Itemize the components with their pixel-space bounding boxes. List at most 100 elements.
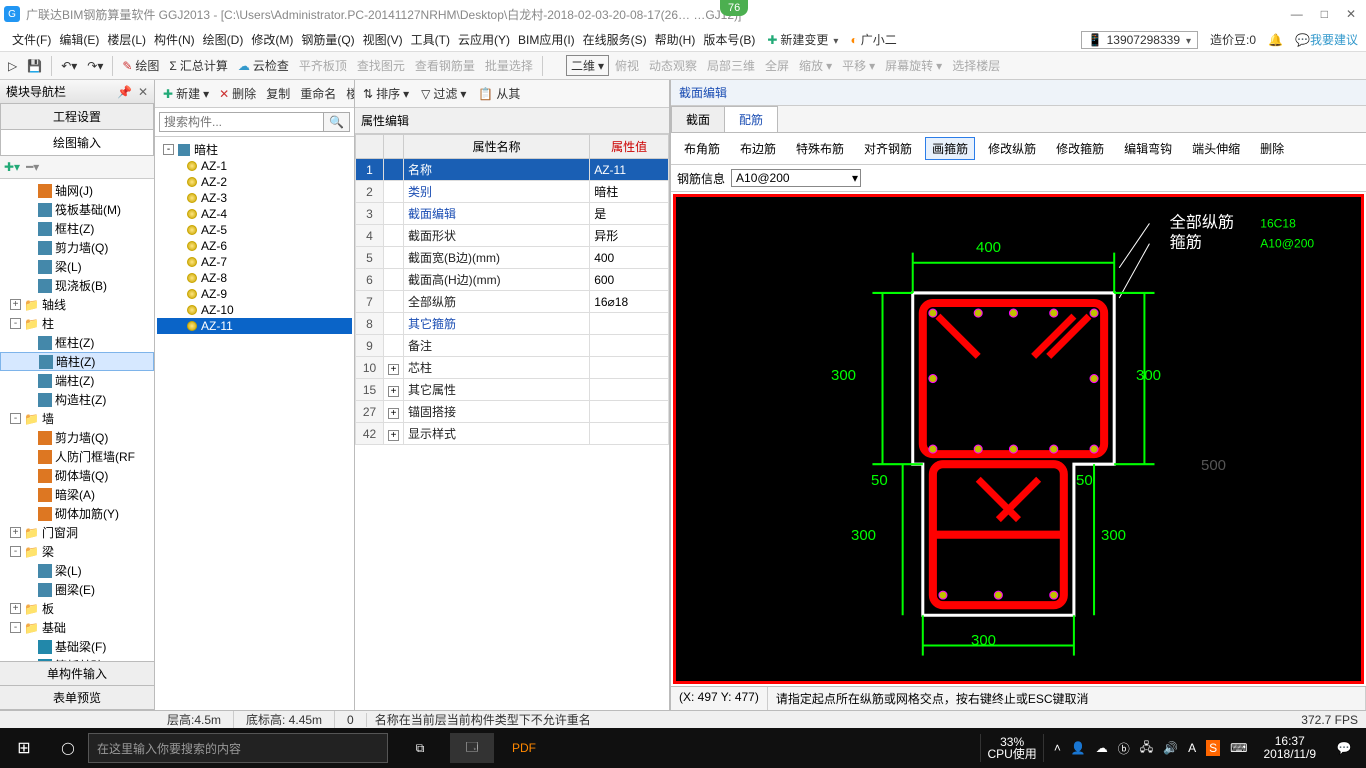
flat-roof-button[interactable]: 平齐板顶 — [295, 55, 351, 76]
tray-bluetooth-icon[interactable]: ⓑ — [1118, 740, 1130, 757]
property-row[interactable]: 6截面高(H边)(mm)600 — [356, 269, 669, 291]
fullscreen-button[interactable]: 全屏 — [761, 55, 793, 76]
property-row[interactable]: 7全部纵筋16⌀18 — [356, 291, 669, 313]
find-drawing-button[interactable]: 查找图元 — [353, 55, 409, 76]
section-tool[interactable]: 画箍筋 — [925, 137, 975, 160]
tree-item[interactable]: 梁(L) — [0, 257, 154, 276]
taskbar-app-1[interactable]: 🗔 — [450, 733, 494, 763]
tree-item[interactable]: 筏板基础(M) — [0, 200, 154, 219]
tree-item[interactable]: -📁墙 — [0, 409, 154, 428]
action-center-icon[interactable]: 💬 — [1322, 741, 1366, 755]
list-item[interactable]: AZ-10 — [157, 302, 352, 318]
new-button[interactable]: ✚新建▾ — [159, 83, 213, 104]
tree-item[interactable]: 砌体加筋(Y) — [0, 504, 154, 523]
list-item[interactable]: AZ-8 — [157, 270, 352, 286]
property-row[interactable]: 2类别暗柱 — [356, 181, 669, 203]
tray-keyboard-icon[interactable]: ⌨ — [1230, 741, 1247, 755]
topview-button[interactable]: 俯视 — [611, 55, 643, 76]
tree-item[interactable]: 暗柱(Z) — [0, 352, 154, 371]
phone-button[interactable]: 📱13907298339 — [1081, 31, 1198, 49]
sort-button[interactable]: ⇅排序▾ — [359, 83, 413, 104]
list-item[interactable]: AZ-6 — [157, 238, 352, 254]
property-row[interactable]: 15+其它属性 — [356, 379, 669, 401]
tree-item[interactable]: -📁基础 — [0, 618, 154, 637]
menu-item[interactable]: 云应用(Y) — [454, 31, 514, 49]
menu-item[interactable]: BIM应用(I) — [514, 31, 579, 49]
from-other-button[interactable]: 📋从其 — [474, 83, 524, 104]
nav-pin-icon[interactable]: 📌 — [117, 85, 132, 99]
property-row[interactable]: 10+芯柱 — [356, 357, 669, 379]
menu-item[interactable]: 修改(M) — [247, 31, 297, 49]
section-tool[interactable]: 编辑弯钩 — [1117, 137, 1179, 160]
property-table[interactable]: 属性名称 属性值 1名称AZ-112类别暗柱3截面编辑是4截面形状异形5截面宽(… — [355, 134, 669, 445]
component-list[interactable]: -暗柱AZ-1AZ-2AZ-3AZ-4AZ-5AZ-6AZ-7AZ-8AZ-9A… — [155, 137, 354, 710]
tree-item[interactable]: 构造柱(Z) — [0, 390, 154, 409]
section-tool[interactable]: 布角筋 — [677, 137, 727, 160]
tree-item[interactable]: 圈梁(E) — [0, 580, 154, 599]
list-item[interactable]: AZ-11 — [157, 318, 352, 334]
rebar-info-combo[interactable]: A10@200▾ — [731, 169, 861, 187]
triangle-icon[interactable]: ▷ — [4, 57, 21, 75]
section-tool[interactable]: 端头伸缩 — [1185, 137, 1247, 160]
tab-single-input[interactable]: 单构件输入 — [0, 662, 154, 686]
start-button[interactable]: ⊞ — [0, 738, 48, 758]
maximize-button[interactable]: □ — [1321, 7, 1328, 21]
tree-item[interactable]: 框柱(Z) — [0, 333, 154, 352]
tab-form-preview[interactable]: 表单预览 — [0, 686, 154, 710]
tray-onedrive-icon[interactable]: ☁ — [1096, 741, 1108, 755]
list-item[interactable]: AZ-4 — [157, 206, 352, 222]
list-item[interactable]: AZ-5 — [157, 222, 352, 238]
section-tool[interactable]: 删除 — [1253, 137, 1291, 160]
dynamic-button[interactable]: 动态观察 — [645, 55, 701, 76]
property-row[interactable]: 1名称AZ-11 — [356, 159, 669, 181]
list-item[interactable]: AZ-1 — [157, 158, 352, 174]
feedback-button[interactable]: 💬我要建议 — [1295, 31, 1358, 48]
property-row[interactable]: 5截面宽(B边)(mm)400 — [356, 247, 669, 269]
tab-draw-input[interactable]: 绘图输入 — [0, 130, 154, 156]
tree-item[interactable]: -📁柱 — [0, 314, 154, 333]
menu-item[interactable]: 钢筋量(Q) — [297, 31, 358, 49]
section-tool[interactable]: 修改箍筋 — [1049, 137, 1111, 160]
list-item[interactable]: AZ-7 — [157, 254, 352, 270]
nav-close-icon[interactable]: ✕ — [138, 85, 148, 99]
taskbar-app-2[interactable]: PDF — [502, 733, 546, 763]
menu-item[interactable]: 绘图(D) — [199, 31, 248, 49]
nav-remove-icon[interactable]: ━▾ — [26, 160, 39, 174]
undo-icon[interactable]: ↶▾ — [57, 57, 81, 75]
list-item[interactable]: AZ-9 — [157, 286, 352, 302]
tree-item[interactable]: 框柱(Z) — [0, 219, 154, 238]
view-rebar-button[interactable]: 查看钢筋量 — [411, 55, 479, 76]
save-icon[interactable]: 💾 — [23, 57, 46, 75]
tray-network-icon[interactable]: 🖧 — [1140, 738, 1153, 759]
filter-button[interactable]: ▽过滤▾ — [417, 83, 470, 104]
menu-item[interactable]: 帮助(H) — [651, 31, 700, 49]
section-tool[interactable]: 对齐钢筋 — [857, 137, 919, 160]
batch-select-button[interactable]: 批量选择 — [481, 55, 537, 76]
tree-item[interactable]: 暗梁(A) — [0, 485, 154, 504]
close-button[interactable]: ✕ — [1346, 7, 1356, 21]
taskbar-search[interactable]: 在这里输入你要搜索的内容 — [88, 733, 388, 763]
redo-icon[interactable]: ↷▾ — [83, 57, 107, 75]
floor-combo[interactable]: 楼层 第2层▾ — [342, 83, 354, 104]
property-row[interactable]: 8其它箍筋 — [356, 313, 669, 335]
tree-item[interactable]: 端柱(Z) — [0, 371, 154, 390]
tree-item[interactable]: 剪力墙(Q) — [0, 238, 154, 257]
property-row[interactable]: 3截面编辑是 — [356, 203, 669, 225]
section-tool[interactable]: 特殊布筋 — [789, 137, 851, 160]
minimize-button[interactable]: — — [1291, 7, 1303, 21]
local3d-button[interactable]: 局部三维 — [703, 55, 759, 76]
menu-item[interactable]: 在线服务(S) — [579, 31, 651, 49]
cpu-meter[interactable]: 33%CPU使用 — [980, 734, 1043, 762]
tree-item[interactable]: +📁门窗洞 — [0, 523, 154, 542]
tree-item[interactable]: 剪力墙(Q) — [0, 428, 154, 447]
select-floor-button[interactable]: 选择楼层 — [948, 55, 1004, 76]
view2d-combo[interactable]: 二维 ▾ — [566, 55, 609, 76]
menu-item[interactable]: 工具(T) — [407, 31, 454, 49]
tree-item[interactable]: 现浇板(B) — [0, 276, 154, 295]
menu-item[interactable]: 楼层(L) — [103, 31, 150, 49]
tree-item[interactable]: +📁板 — [0, 599, 154, 618]
sum-button[interactable]: Σ汇总计算 — [165, 55, 231, 76]
pan-button[interactable]: 平移 ▾ — [838, 55, 879, 76]
menu-item[interactable]: 视图(V) — [359, 31, 407, 49]
section-drawing[interactable]: 全部纵筋 16C18 箍筋 A10@200 — [673, 194, 1364, 684]
